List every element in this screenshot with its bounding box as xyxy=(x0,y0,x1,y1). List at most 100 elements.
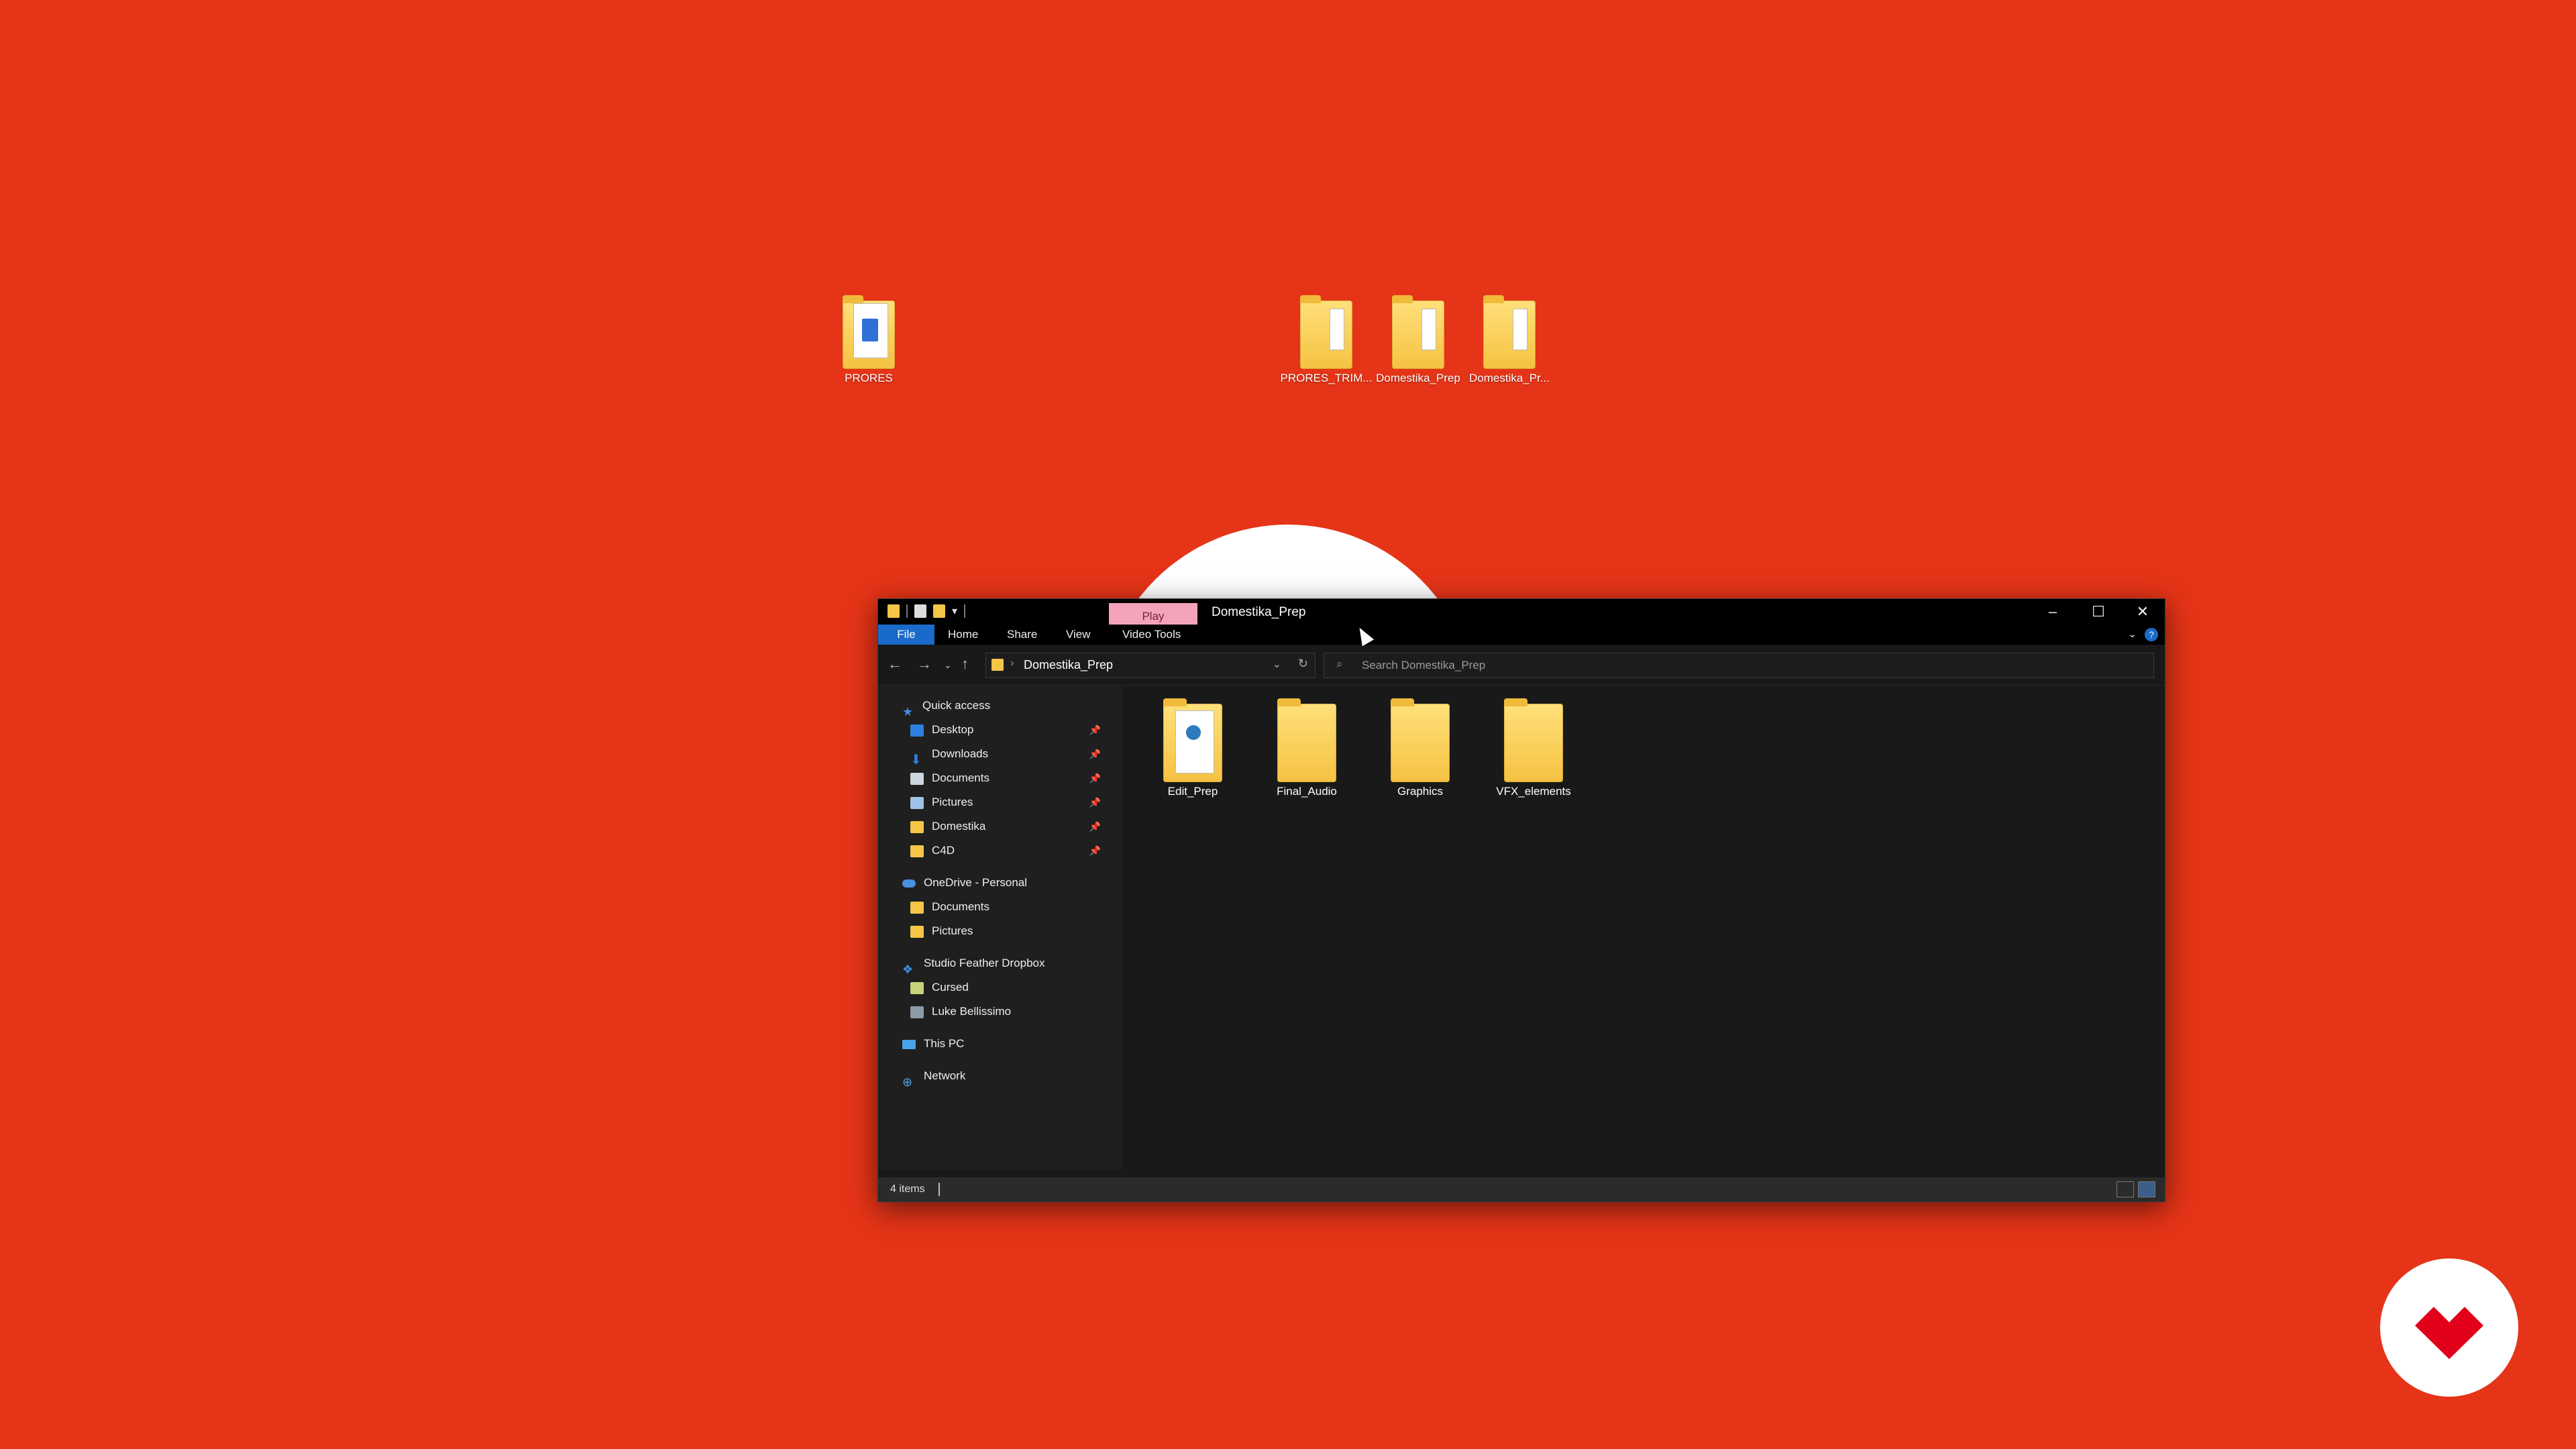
nav-label: Desktop xyxy=(932,723,974,736)
cloud-icon xyxy=(902,879,916,888)
nav-onedrive-pictures[interactable]: Pictures xyxy=(910,920,973,943)
tab-home[interactable]: Home xyxy=(948,625,978,645)
search-box: ⌕ xyxy=(1324,653,2154,678)
pin-icon[interactable]: 📌 xyxy=(1089,791,1101,814)
nav-item-pictures[interactable]: Pictures 📌 xyxy=(910,791,1112,814)
nav-label: This PC xyxy=(924,1037,965,1050)
nav-item-downloads[interactable]: ⬇ Downloads 📌 xyxy=(910,743,1112,767)
ribbon-tabs: File Home Share View Video Tools ⌄ ? xyxy=(878,625,2165,645)
desktop-icon-label: Domestika_Prep xyxy=(1376,372,1460,384)
pin-icon[interactable]: 📌 xyxy=(1089,815,1101,838)
pin-icon[interactable]: 📌 xyxy=(1089,767,1101,790)
nav-label: Network xyxy=(924,1069,966,1082)
recent-locations-icon[interactable]: ⌄ xyxy=(944,659,952,671)
nav-label: Pictures xyxy=(932,924,973,937)
chevron-down-icon[interactable]: ⌄ xyxy=(1273,657,1281,671)
nav-label: Luke Bellissimo xyxy=(932,1005,1012,1018)
desktop-icon-prores-trim[interactable]: PRORES_TRIM... xyxy=(1276,295,1377,385)
folder-icon xyxy=(910,845,924,857)
forward-icon[interactable]: → xyxy=(917,655,932,673)
nav-item-c4d[interactable]: C4D 📌 xyxy=(910,839,1112,862)
file-explorer-window: ▾ Play Domestika_Prep – ☐ ✕ File Home Sh… xyxy=(877,598,2165,1202)
desktop-icon-domestika-prep[interactable]: Domestika_Prep xyxy=(1368,295,1468,385)
folder-with-documents-icon xyxy=(1159,698,1226,782)
large-icons-view-icon[interactable] xyxy=(2138,1181,2155,1197)
nav-item-desktop[interactable]: Desktop 📌 xyxy=(910,718,1112,741)
domestika-logo-icon xyxy=(2380,1258,2518,1397)
desktop: { "desktop": { "background_color": "#e53… xyxy=(0,0,2576,1449)
folder-icon xyxy=(888,604,900,618)
item-graphics[interactable]: Graphics xyxy=(1370,698,1470,798)
nav-label: Documents xyxy=(932,771,989,784)
video-file-icon xyxy=(839,295,899,369)
tab-share[interactable]: Share xyxy=(1007,625,1037,645)
folder-icon xyxy=(991,659,1004,671)
new-folder-icon[interactable] xyxy=(933,604,945,618)
nav-label: C4D xyxy=(932,844,955,857)
file-list: Edit_Prep Final_Audio Graphics VFX_eleme… xyxy=(1122,686,2165,1169)
nav-label: Studio Feather Dropbox xyxy=(924,957,1045,969)
desktop-icon-prores[interactable]: PRORES xyxy=(818,295,919,385)
nav-label: Domestika xyxy=(932,820,986,833)
nav-item-documents[interactable]: Documents 📌 xyxy=(910,767,1112,790)
pin-icon[interactable]: 📌 xyxy=(1089,718,1101,741)
pictures-icon xyxy=(910,796,924,809)
chevron-right-icon[interactable]: › xyxy=(1010,657,1014,669)
window-title: Domestika_Prep xyxy=(1212,605,1306,619)
nav-label: Pictures xyxy=(932,796,973,808)
download-icon: ⬇ xyxy=(910,752,922,767)
nav-quick-access[interactable]: ★ Quick access xyxy=(902,694,990,718)
nav-dropbox[interactable]: ❖ Studio Feather Dropbox xyxy=(902,952,1045,976)
help-icon[interactable]: ? xyxy=(2145,628,2158,641)
item-label: Graphics xyxy=(1397,785,1444,798)
nav-onedrive[interactable]: OneDrive - Personal xyxy=(902,871,1027,894)
expand-ribbon-icon[interactable]: ⌄ xyxy=(2128,625,2137,645)
search-input[interactable] xyxy=(1360,656,2101,675)
refresh-icon[interactable]: ↻ xyxy=(1298,657,1308,671)
tab-view[interactable]: View xyxy=(1066,625,1091,645)
nav-dropbox-luke[interactable]: Luke Bellissimo xyxy=(910,1000,1011,1023)
star-icon: ★ xyxy=(902,704,914,718)
folder-icon xyxy=(1479,295,1540,369)
item-edit-prep[interactable]: Edit_Prep xyxy=(1142,698,1243,798)
tab-file[interactable]: File xyxy=(878,625,934,645)
pin-icon[interactable]: 📌 xyxy=(1089,839,1101,862)
breadcrumb[interactable]: Domestika_Prep xyxy=(1024,658,1113,672)
up-icon[interactable]: ↑ xyxy=(961,655,969,673)
maximize-icon[interactable]: ☐ xyxy=(2076,599,2121,625)
nav-dropbox-cursed[interactable]: Cursed xyxy=(910,976,969,999)
address-bar[interactable]: › Domestika_Prep ⌄ ↻ xyxy=(985,653,1316,678)
properties-icon[interactable] xyxy=(914,604,926,618)
item-vfx-elements[interactable]: VFX_elements xyxy=(1483,698,1584,798)
folder-icon xyxy=(910,820,924,833)
nav-item-domestika[interactable]: Domestika 📌 xyxy=(910,815,1112,838)
folder-icon xyxy=(1500,698,1567,782)
minimize-icon[interactable]: – xyxy=(2031,599,2075,625)
customize-toolbar-icon[interactable]: ▾ xyxy=(952,604,957,618)
computer-icon xyxy=(902,1039,916,1049)
status-bar: 4 items xyxy=(878,1177,2165,1201)
item-final-audio[interactable]: Final_Audio xyxy=(1256,698,1357,798)
desktop-icon-label: PRORES xyxy=(845,372,893,384)
address-row: ← → ⌄ ↑ › Domestika_Prep ⌄ ↻ ⌕ xyxy=(878,645,2165,686)
item-label: Final_Audio xyxy=(1277,785,1337,798)
nav-network[interactable]: ⊕ Network xyxy=(902,1065,966,1089)
details-view-icon[interactable] xyxy=(2116,1181,2134,1197)
item-count: 4 items xyxy=(890,1183,925,1195)
nav-onedrive-documents[interactable]: Documents xyxy=(910,896,989,918)
folder-icon xyxy=(1273,698,1340,782)
desktop-icon-domestika-pr[interactable]: Domestika_Pr... xyxy=(1459,295,1560,385)
search-icon: ⌕ xyxy=(1336,657,1343,670)
back-icon[interactable]: ← xyxy=(888,655,902,673)
nav-this-pc[interactable]: This PC xyxy=(902,1032,964,1055)
network-icon: ⊕ xyxy=(902,1075,913,1089)
close-icon[interactable]: ✕ xyxy=(2121,599,2165,625)
pin-icon[interactable]: 📌 xyxy=(1089,743,1101,765)
item-label: Edit_Prep xyxy=(1167,785,1218,798)
nav-label: Cursed xyxy=(932,981,969,994)
title-bar[interactable]: ▾ Play Domestika_Prep – ☐ ✕ xyxy=(878,599,2165,630)
desktop-icon xyxy=(910,724,924,737)
shared-folder-icon xyxy=(910,981,924,994)
tab-video-tools[interactable]: Video Tools xyxy=(1122,625,1181,645)
nav-label: Documents xyxy=(932,900,989,913)
